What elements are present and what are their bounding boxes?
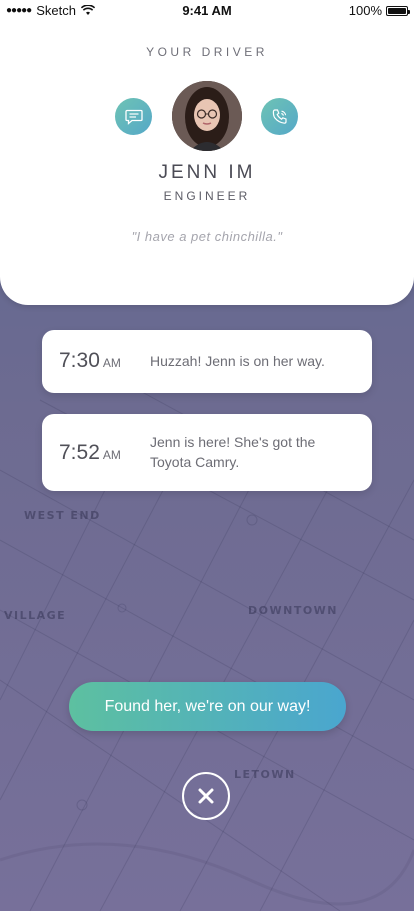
map-label-downtown: DOWNTOWN — [248, 604, 339, 617]
event-card: 7:30 AM Huzzah! Jenn is on her way. — [42, 330, 372, 393]
map-label-village: VILLAGE — [4, 609, 67, 622]
event-time-ampm: AM — [102, 448, 121, 462]
driver-photo — [172, 81, 242, 151]
event-time-value: 7:30 — [59, 349, 100, 372]
event-time-value: 7:52 — [59, 441, 100, 464]
event-text: Jenn is here! She's got the Toyota Camry… — [150, 434, 316, 470]
driver-quote: "I have a pet chinchilla." — [131, 229, 283, 244]
status-bar: ●●●●● Sketch 9:41 AM 100% — [0, 0, 414, 22]
event-card: 7:52 AM Jenn is here! She's got the Toyot… — [42, 414, 372, 491]
battery-percent: 100% — [348, 3, 382, 18]
driver-card: YOUR DRIVER JENN IM ENGINEER "I have a p… — [0, 0, 414, 305]
map-label-letown: LETOWN — [234, 768, 296, 781]
chat-bubble-icon — [124, 109, 143, 125]
status-right: 100% — [348, 3, 410, 18]
driver-name: JENN IM — [158, 162, 256, 183]
driver-heading: YOUR DRIVER — [146, 45, 268, 59]
close-button[interactable] — [182, 772, 230, 820]
found-driver-button[interactable]: Found her, we're on our way! — [69, 682, 346, 731]
event-time-ampm: AM — [102, 356, 121, 370]
phone-icon — [272, 108, 287, 124]
event-text: Huzzah! Jenn is on her way. — [150, 353, 325, 369]
map-label-west-end: WEST END — [24, 509, 101, 522]
event-time: 7:52 AM — [59, 441, 121, 465]
close-icon — [198, 788, 214, 804]
battery-icon — [386, 5, 410, 16]
message-driver-button[interactable] — [115, 98, 152, 135]
event-time: 7:30 AM — [59, 349, 121, 373]
call-driver-button[interactable] — [261, 98, 298, 135]
driver-role: ENGINEER — [163, 189, 251, 203]
driver-avatar — [172, 81, 242, 151]
